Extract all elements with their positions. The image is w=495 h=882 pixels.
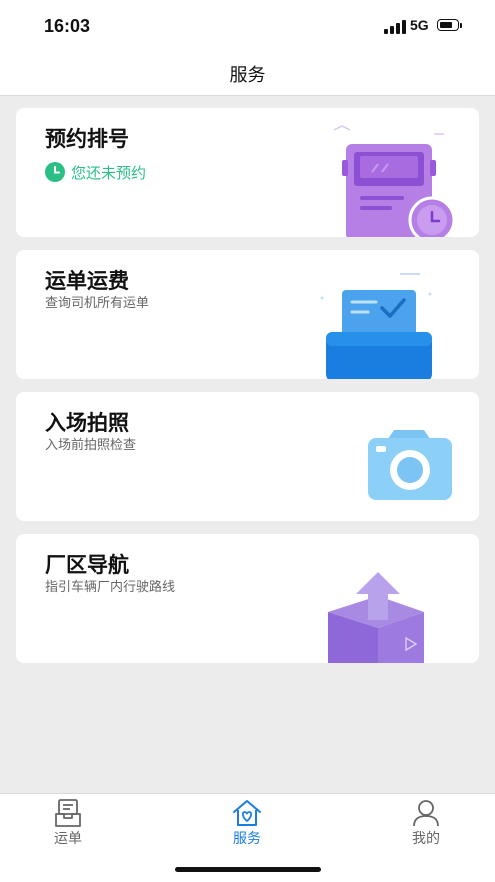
home-indicator[interactable] <box>175 867 321 872</box>
tab-label: 服务 <box>233 831 261 847</box>
card-subtitle: 入场前拍照检查 <box>45 438 137 453</box>
page-title: 服务 <box>229 65 266 86</box>
box-arrow-illustration <box>328 572 424 663</box>
tab-label: 我的 <box>412 831 440 847</box>
waybill-tray-illustration <box>320 273 432 379</box>
status-text: 您还未预约 <box>71 164 147 182</box>
card-subtitle: 查询司机所有运单 <box>45 296 150 311</box>
status-bar: 16:03 5G <box>0 0 495 52</box>
card-title: 预约排号 <box>45 127 129 151</box>
card-title: 入场拍照 <box>45 411 129 435</box>
battery-icon <box>437 19 463 33</box>
tab-waybill[interactable]: 运单 <box>8 794 128 850</box>
card-entry-photo[interactable]: 入场拍照 入场前拍照检查 <box>16 392 479 521</box>
status-time: 16:03 <box>44 16 91 36</box>
camera-illustration <box>368 430 452 500</box>
signal-icon <box>384 20 406 34</box>
truck-clock-illustration <box>333 125 456 237</box>
waybill-icon <box>55 799 81 827</box>
card-subtitle: 指引车辆厂内行驶路线 <box>45 580 176 595</box>
tab-mine[interactable]: 我的 <box>366 794 486 850</box>
card-plant-navigation[interactable]: 厂区导航 指引车辆厂内行驶路线 <box>16 534 479 663</box>
nav-bar: 服务 <box>0 52 495 96</box>
network-type: 5G <box>410 17 429 33</box>
card-waybill[interactable]: 运单运费 查询司机所有运单 <box>16 250 479 379</box>
card-appointment[interactable]: 预约排号 您还未预约 <box>16 108 479 237</box>
user-icon <box>413 800 439 827</box>
tab-service[interactable]: 服务 <box>187 794 307 850</box>
card-title: 运单运费 <box>45 269 129 293</box>
service-heart-home-icon <box>233 800 261 826</box>
clock-icon <box>45 162 65 182</box>
card-title: 厂区导航 <box>45 553 129 577</box>
tab-label: 运单 <box>54 831 82 847</box>
